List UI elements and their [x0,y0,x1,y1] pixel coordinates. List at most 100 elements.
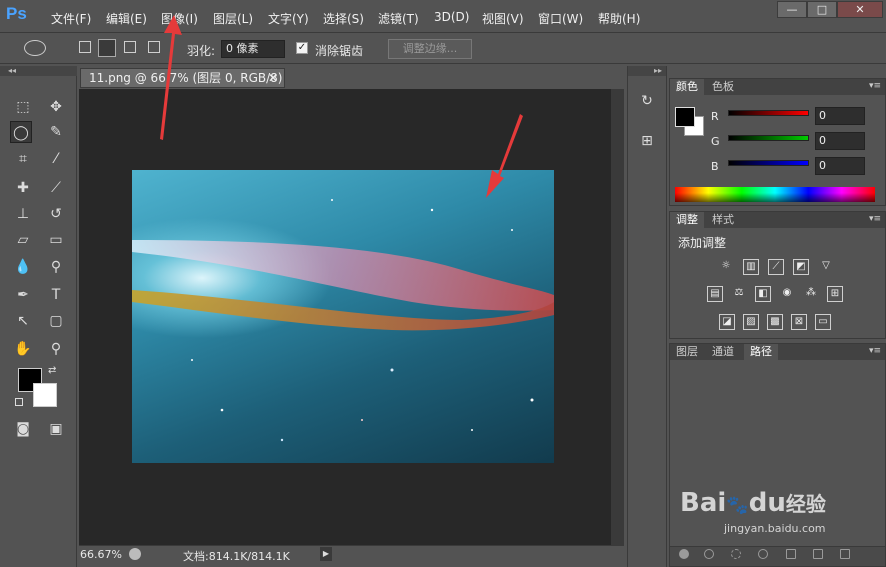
menu-layer[interactable]: 图层(L) [213,10,253,27]
menu-file[interactable]: 文件(F) [51,10,91,27]
menu-type[interactable]: 文字(Y) [268,10,309,27]
tools-panel-collapse-icon[interactable]: ◂◂ [0,66,77,76]
healing-brush-tool-icon[interactable]: ✚ [12,177,34,199]
zoom-tool-icon[interactable]: ⚲ [45,338,67,360]
move-tool-icon[interactable]: ✥ [45,96,67,118]
panel-menu-icon[interactable]: ▾≡ [869,81,881,91]
type-tool-icon[interactable]: T [45,284,67,306]
status-menu-arrow-icon[interactable]: ▶ [320,547,332,561]
minimize-button[interactable]: — [777,1,807,18]
path-selection-tool-icon[interactable]: ↖ [12,310,34,332]
close-button[interactable]: ✕ [837,1,883,18]
properties-panel-icon[interactable]: ⊞ [636,130,658,152]
curves-icon[interactable]: ⟋ [768,259,784,275]
history-panel-icon[interactable]: ↻ [636,90,658,112]
menu-filter[interactable]: 滤镜(T) [378,10,419,27]
color-spectrum-bar[interactable] [675,187,875,202]
brightness-contrast-icon[interactable]: ☼ [718,259,734,275]
red-value-field[interactable]: 0 [815,107,865,125]
zoom-level[interactable]: 66.67% [80,548,122,561]
menu-edit[interactable]: 编辑(E) [106,10,147,27]
tab-swatches[interactable]: 色板 [706,79,740,95]
dodge-tool-icon[interactable]: ⚲ [45,256,67,278]
levels-icon[interactable]: ▥ [743,259,759,275]
menu-window[interactable]: 窗口(W) [538,10,583,27]
crop-tool-icon[interactable]: ⌗ [12,148,34,170]
lasso-tool-icon[interactable]: ◯ [10,121,32,143]
image-canvas[interactable] [132,170,554,463]
fg-color-swatch[interactable] [675,107,695,127]
brush-tool-icon[interactable]: ⟋ [45,177,67,199]
stroke-path-icon[interactable] [704,549,714,559]
marquee-tool-icon[interactable]: ⬚ [12,96,34,118]
tab-channels[interactable]: 通道 [706,344,740,360]
tab-layers[interactable]: 图层 [670,344,704,360]
clone-stamp-tool-icon[interactable]: ⊥ [12,203,34,225]
hue-saturation-icon[interactable]: ▤ [707,286,723,302]
antialias-checkbox[interactable]: ✓ [296,42,308,54]
panel-menu-icon[interactable]: ▾≡ [869,346,881,356]
lasso-tool-preset-icon[interactable] [24,40,46,56]
color-lookup-icon[interactable]: ⊞ [827,286,843,302]
tab-styles[interactable]: 样式 [706,212,740,228]
photo-filter-icon[interactable]: ◉ [779,286,795,302]
gradient-map-icon[interactable]: ▭ [815,314,831,330]
new-path-icon[interactable] [813,549,823,559]
menu-view[interactable]: 视图(V) [482,10,524,27]
gradient-tool-icon[interactable]: ▭ [45,229,67,251]
vibrance-icon[interactable]: ▽ [818,259,834,275]
blur-tool-icon[interactable]: 💧 [12,256,34,278]
swap-colors-icon[interactable]: ⇄ [48,365,56,376]
threshold-icon[interactable]: ▩ [767,314,783,330]
refine-edge-button[interactable]: 调整边缘... [388,39,472,59]
black-white-icon[interactable]: ◧ [755,286,771,302]
red-slider[interactable] [728,110,809,116]
watermark-suffix: 经验 [785,492,826,516]
feather-input[interactable]: 0 像素 [221,40,285,58]
make-work-path-icon[interactable] [758,549,768,559]
color-panel-tabs: 颜色 色板 ▾≡ [670,79,885,95]
channel-label-r: R [711,110,719,123]
history-brush-tool-icon[interactable]: ↺ [45,203,67,225]
rectangle-tool-icon[interactable]: ▢ [45,310,67,332]
invert-icon[interactable]: ◪ [719,314,735,330]
new-selection-icon[interactable] [79,41,91,53]
delete-path-icon[interactable] [840,549,850,559]
menu-help[interactable]: 帮助(H) [598,10,640,27]
tab-adjustments[interactable]: 调整 [670,212,704,228]
blue-value-field[interactable]: 0 [815,157,865,175]
green-slider[interactable] [728,135,809,141]
posterize-icon[interactable]: ▨ [743,314,759,330]
status-info-icon[interactable] [129,548,141,560]
close-tab-icon[interactable]: ✕ [268,69,278,87]
panel-menu-icon[interactable]: ▾≡ [869,214,881,224]
screen-mode-icon[interactable]: ▣ [45,418,67,440]
color-balance-icon[interactable]: ⚖ [731,286,747,302]
eraser-tool-icon[interactable]: ▱ [12,229,34,251]
load-selection-icon[interactable] [731,549,741,559]
tab-color[interactable]: 颜色 [670,79,704,95]
hand-tool-icon[interactable]: ✋ [12,338,34,360]
fill-path-icon[interactable] [679,549,689,559]
eyedropper-tool-icon[interactable]: ⁄ [45,148,67,170]
quick-selection-tool-icon[interactable]: ✎ [45,121,67,143]
menu-select[interactable]: 选择(S) [323,10,364,27]
add-mask-icon[interactable] [786,549,796,559]
background-color-swatch[interactable] [33,383,57,407]
subtract-selection-icon[interactable] [124,41,136,53]
blue-slider[interactable] [728,160,809,166]
dock-collapse-icon[interactable]: ▸▸ [628,66,666,76]
menu-3d[interactable]: 3D(D) [434,10,469,24]
channel-mixer-icon[interactable]: ⁂ [803,286,819,302]
quick-mask-icon[interactable]: ◙ [12,418,34,440]
color-panel: 颜色 色板 ▾≡ R 0 G 0 B 0 [669,78,886,206]
default-colors-icon[interactable] [15,398,23,406]
green-value-field[interactable]: 0 [815,132,865,150]
vertical-scrollbar[interactable] [611,89,624,545]
restore-button[interactable]: □ [807,1,837,18]
exposure-icon[interactable]: ◩ [793,259,809,275]
selective-color-icon[interactable]: ⊠ [791,314,807,330]
add-to-selection-icon[interactable] [98,39,116,57]
pen-tool-icon[interactable]: ✒ [12,284,34,306]
tab-paths[interactable]: 路径 [744,344,778,360]
